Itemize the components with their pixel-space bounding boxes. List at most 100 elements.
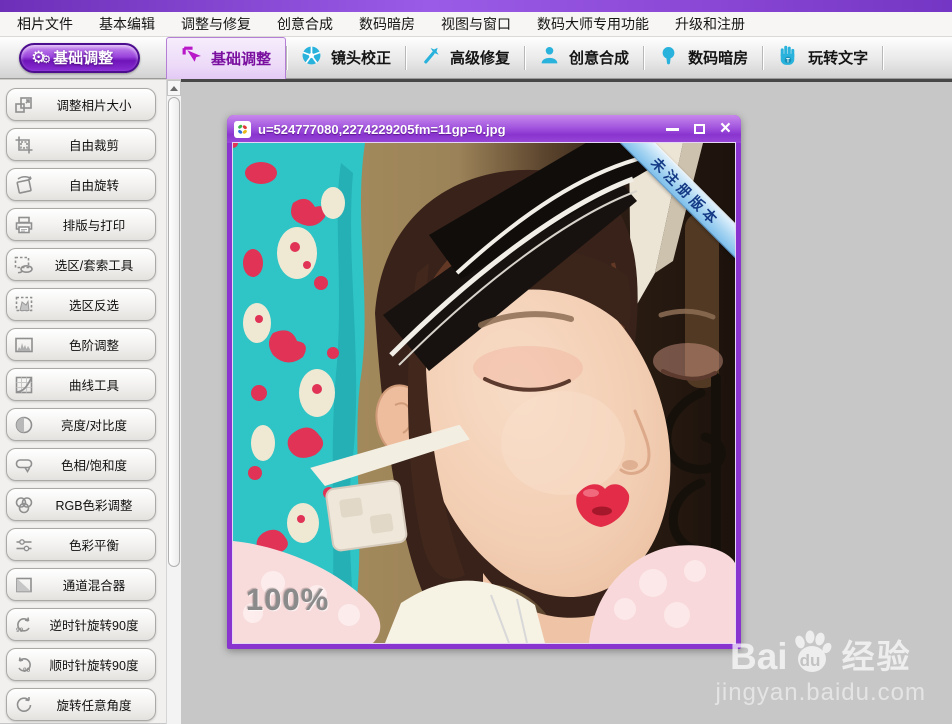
sidebar-tool-3[interactable]: 排版与打印 [6,208,156,241]
menu-item-1[interactable]: 基本编辑 [86,12,168,36]
free-rotate-icon [7,175,41,195]
sidebar-tool-10[interactable]: RGB色彩调整 [6,488,156,521]
menu-item-2[interactable]: 调整与修复 [168,12,264,36]
window-controls: × [665,119,731,138]
menu-item-4[interactable]: 数码暗房 [346,12,428,36]
sidebar-tool-14[interactable]: 90 顺时针旋转90度 [6,648,156,681]
lightbulb-icon [658,45,679,71]
sidebar-tool-11[interactable]: 色彩平衡 [6,528,156,561]
sidebar-tool-label: 选区/套索工具 [54,259,134,273]
sidebar-scrollbar[interactable] [166,80,181,724]
zoom-level-label: 100% [246,582,330,617]
rotate-ccw-90-icon: 90 [7,615,41,635]
person-icon [539,45,560,71]
tools-sidebar: 调整相片大小 自由裁剪自由旋转排版与打印选区/套索工具 选区反选色阶调整曲线工具亮度… [0,79,181,724]
aperture-icon [301,45,322,71]
sidebar-tool-0[interactable]: 调整相片大小 [6,88,156,121]
menu-item-6[interactable]: 数码大师专用功能 [524,12,662,36]
sidebar-tool-label: 色阶调整 [68,339,119,353]
mode-button-label: 基础调整 [53,50,114,67]
window-title-strip [0,0,952,12]
sidebar-tool-label: 通道混合器 [62,579,126,593]
svg-text:90: 90 [23,667,31,674]
sidebar-tool-label: 色相/饱和度 [61,459,127,473]
tab-advanced-repair[interactable]: 高级修复 [406,37,524,79]
tab-label: 玩转文字 [808,50,869,67]
close-button[interactable]: × [720,119,731,138]
sidebar-tool-9[interactable]: 色相/饱和度 [6,448,156,481]
sidebar-tool-15[interactable]: 旋转任意角度 [6,688,156,721]
channel-mixer-icon [7,575,41,595]
baidu-jingyan-watermark: Bai du 经验 jingyan.baidu.com [716,629,926,707]
sidebar-tool-label: 逆时针旋转90度 [49,619,139,633]
sidebar-tool-8[interactable]: 亮度/对比度 [6,408,156,441]
sidebar-tool-13[interactable]: 90 逆时针旋转90度 [6,608,156,641]
toolbar-tabstrip: 基础调整 镜头校正 高级修复 创意合成 数码暗房 T 玩转文字 [166,36,884,79]
scrollbar-thumb[interactable] [168,97,180,567]
tab-label: 镜头校正 [331,50,392,67]
menu-bar: 相片文件 基本编辑 调整与修复 创意合成 数码暗房 视图与窗口 数码大师专用功能 升级和注册 [0,12,952,37]
photo-document-window: u=524777080,2274229205fm=11gp=0.jpg × 未注… [227,115,741,649]
main-area: 调整相片大小 自由裁剪自由旋转排版与打印选区/套索工具 选区反选色阶调整曲线工具亮度… [0,79,952,724]
sidebar-tool-label: RGB色彩调整 [55,499,133,513]
resize-icon [7,95,41,115]
sidebar-tool-5[interactable]: 选区反选 [6,288,156,321]
menu-item-3[interactable]: 创意合成 [264,12,346,36]
sidebar-tool-6[interactable]: 色阶调整 [6,328,156,361]
sidebar-tool-1[interactable]: 自由裁剪 [6,128,156,161]
sidebar-tool-label: 顺时针旋转90度 [49,659,139,673]
sidebar-tool-7[interactable]: 曲线工具 [6,368,156,401]
tab-digital-darkroom[interactable]: 数码暗房 [644,37,762,79]
tab-label: 高级修复 [450,50,511,67]
sidebar-tool-2[interactable]: 自由旋转 [6,168,156,201]
sidebar-tool-4[interactable]: 选区/套索工具 [6,248,156,281]
jingyan-text: 经验 [841,638,912,675]
invert-selection-icon [7,295,41,315]
sidebar-tool-label: 选区反选 [68,299,119,313]
gears-icon: ⚙⚙ [31,48,51,67]
app-pinwheel-icon [234,120,251,138]
tab-lens-correction[interactable]: 镜头校正 [287,37,405,79]
cursor-select-icon [181,45,202,71]
curves-icon [7,375,41,395]
hue-saturation-icon [7,455,41,475]
magic-wand-icon [420,45,441,71]
levels-icon [7,335,41,355]
up-arrow-icon [170,85,178,91]
tab-basic-adjust[interactable]: 基础调整 [166,36,287,79]
tab-creative-composite[interactable]: 创意合成 [525,37,643,79]
tab-text-effects[interactable]: T 玩转文字 [763,37,882,79]
lasso-icon [7,255,41,275]
baidu-paw-icon: du [790,629,834,673]
color-balance-icon [7,535,41,555]
sidebar-tool-12[interactable]: 通道混合器 [6,568,156,601]
minimize-button[interactable] [665,127,679,131]
photo-window-titlebar[interactable]: u=524777080,2274229205fm=11gp=0.jpg × [227,115,741,143]
basic-adjust-mode-button[interactable]: ⚙⚙ 基础调整 [19,42,140,73]
menu-item-0[interactable]: 相片文件 [4,12,86,36]
workspace-canvas: u=524777080,2274229205fm=11gp=0.jpg × 未注… [181,79,952,723]
menu-item-7[interactable]: 升级和注册 [662,12,758,36]
sidebar-tool-label: 曲线工具 [68,379,119,393]
baidu-logo-text: Bai [729,635,788,677]
menu-item-5[interactable]: 视图与窗口 [428,12,524,36]
sidebar-tool-label: 色彩平衡 [68,539,119,553]
maximize-button[interactable] [693,124,705,134]
photo-canvas: 未注册版本 100% [232,142,736,644]
scroll-up-button[interactable] [167,80,181,96]
svg-text:T: T [786,59,790,65]
rotate-cw-90-icon: 90 [7,655,41,675]
sidebar-tool-label: 亮度/对比度 [61,419,127,433]
sidebar-tool-label: 自由裁剪 [68,139,119,153]
rgb-circles-icon [7,495,41,515]
sidebar-tool-label: 调整相片大小 [56,99,132,113]
portrait-photo [233,143,735,643]
sidebar-tool-label: 旋转任意角度 [56,699,132,713]
baidu-du-text: du [799,651,821,670]
photo-window-title: u=524777080,2274229205fm=11gp=0.jpg [258,121,506,137]
hand-icon: T [777,44,799,71]
toolbar: ⚙⚙ 基础调整 基础调整 镜头校正 高级修复 创意合成 数码暗房 T 玩转文字 [0,36,952,79]
sidebar-tool-label: 排版与打印 [62,219,126,233]
divider [882,45,884,70]
sidebar-tool-label: 自由旋转 [68,179,119,193]
